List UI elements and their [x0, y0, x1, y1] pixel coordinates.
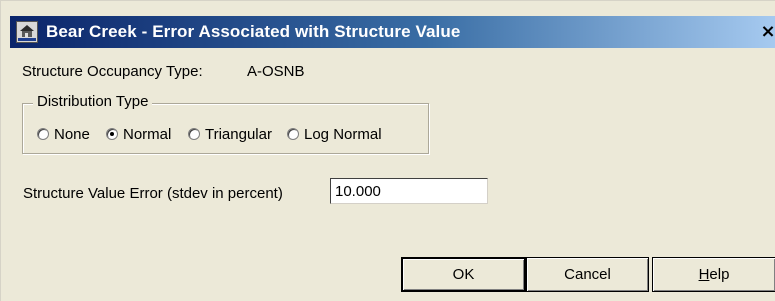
radio-button-checked-icon[interactable]: [106, 128, 118, 140]
radio-none-label: None: [54, 125, 90, 143]
radio-log-normal[interactable]: Log Normal: [287, 124, 382, 144]
radio-normal-label: Normal: [123, 125, 172, 143]
structure-value-error-input[interactable]: [330, 178, 488, 204]
title-bar[interactable]: Bear Creek - Error Associated with Struc…: [10, 16, 775, 48]
radio-button-icon[interactable]: [188, 128, 200, 140]
close-icon[interactable]: ×: [760, 22, 775, 42]
distribution-type-group: Distribution Type None Normal Triangular…: [22, 93, 429, 154]
radio-triangular[interactable]: Triangular: [188, 124, 272, 144]
dialog-window: Bear Creek - Error Associated with Struc…: [0, 0, 775, 301]
radio-normal[interactable]: Normal: [106, 124, 171, 144]
help-button[interactable]: Help: [652, 257, 775, 292]
hec-fda-app-icon[interactable]: [16, 21, 38, 43]
radio-button-icon[interactable]: [37, 128, 49, 140]
radio-none[interactable]: None: [37, 124, 90, 144]
occupancy-type-value: A-OSNB: [247, 63, 305, 80]
radio-log-normal-label: Log Normal: [304, 125, 382, 143]
window-title: Bear Creek - Error Associated with Struc…: [46, 22, 461, 41]
radio-triangular-label: Triangular: [205, 125, 272, 143]
structure-value-error-label: Structure Value Error (stdev in percent): [23, 185, 283, 202]
occupancy-type-label: Structure Occupancy Type:: [22, 63, 203, 80]
cancel-button[interactable]: Cancel: [526, 257, 649, 292]
help-label-rest: elp: [709, 266, 730, 283]
distribution-type-legend: Distribution Type: [33, 93, 153, 110]
ok-button[interactable]: OK: [401, 257, 526, 292]
help-mnemonic: H: [698, 266, 710, 283]
radio-button-icon[interactable]: [287, 128, 299, 140]
